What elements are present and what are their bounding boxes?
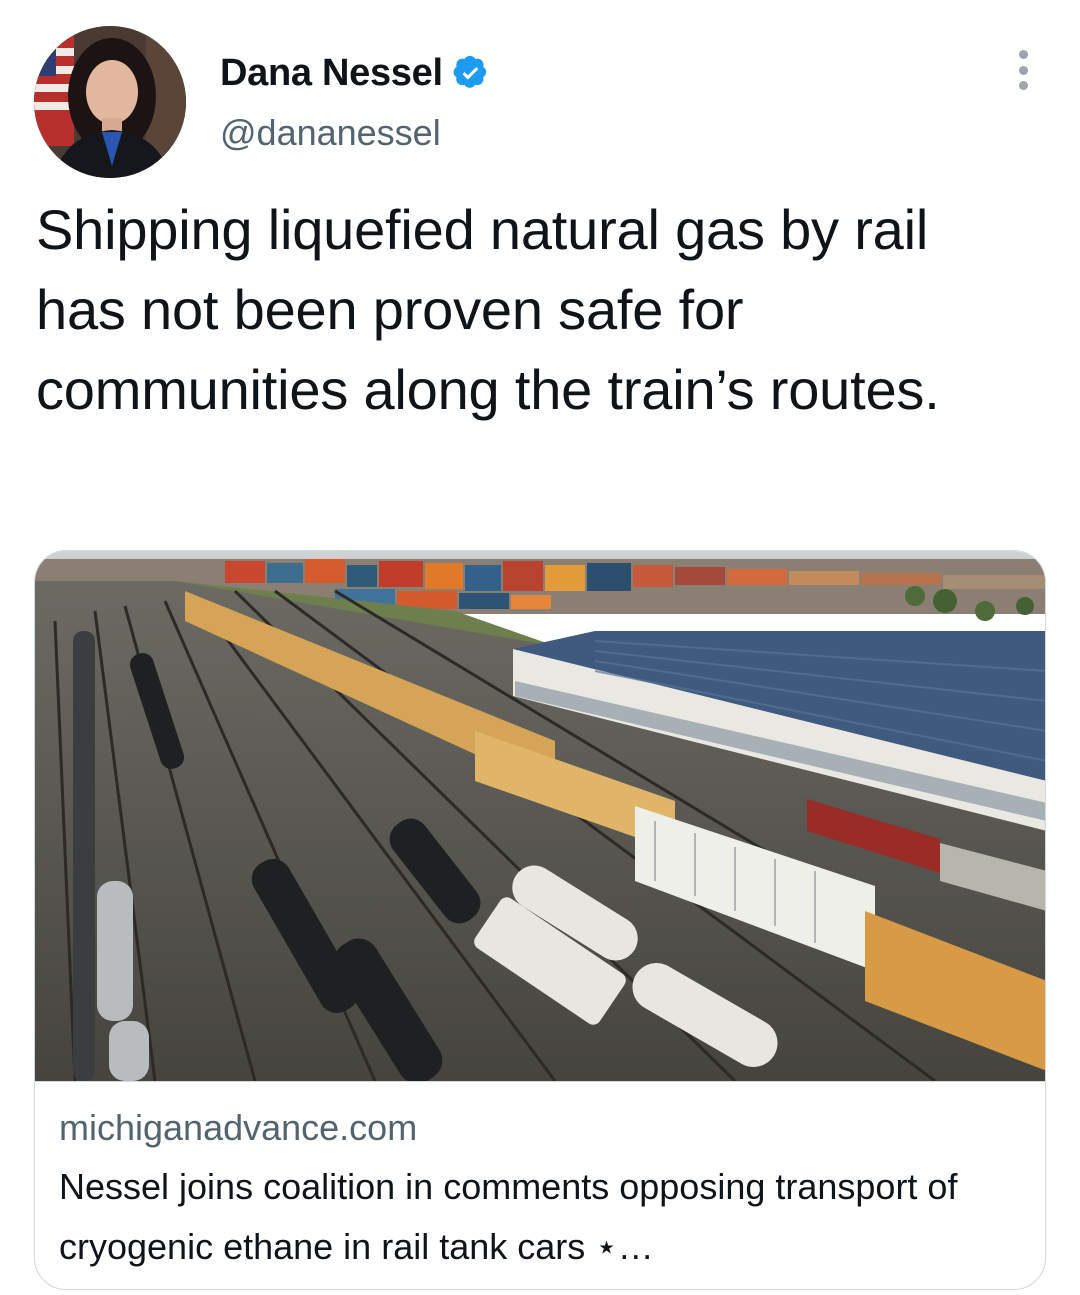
author-name-row: Dana Nessel (220, 48, 489, 98)
more-dots-icon (1018, 50, 1028, 59)
avatar-photo (34, 26, 186, 178)
more-options-button[interactable] (1005, 50, 1041, 90)
link-card[interactable]: michiganadvance.com Nessel joins coaliti… (34, 550, 1046, 1290)
author-handle[interactable]: @dananessel (220, 112, 441, 154)
verified-badge-icon (453, 55, 487, 88)
tweet: Dana Nessel @dananessel Shipping liquefi… (0, 0, 1080, 1295)
link-card-image[interactable] (35, 551, 1046, 1081)
link-card-title[interactable]: Nessel joins coalition in comments oppos… (59, 1157, 1019, 1277)
tweet-text: Shipping liquefied natural gas by rail h… (36, 198, 940, 421)
avatar[interactable] (34, 26, 186, 178)
card-divider (35, 1081, 1045, 1082)
display-name[interactable]: Dana Nessel (220, 52, 443, 95)
link-card-domain: michiganadvance.com (59, 1107, 418, 1148)
